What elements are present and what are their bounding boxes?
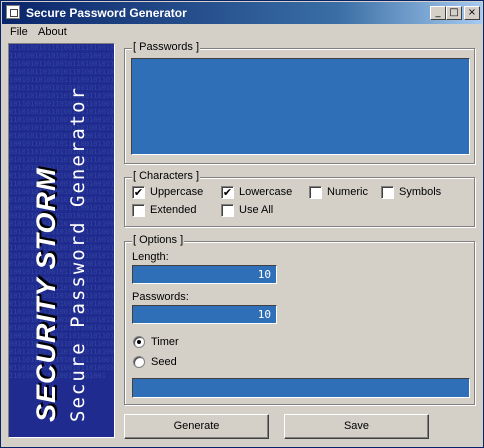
checkbox-box — [309, 186, 322, 199]
timer-label: Timer — [151, 336, 179, 348]
menu-bar: File About — [2, 24, 482, 42]
numeric-label: Numeric — [327, 186, 368, 198]
passwords-count-input[interactable]: 10 — [132, 305, 277, 324]
uppercase-label: Uppercase — [150, 186, 204, 198]
checkbox-box — [381, 186, 394, 199]
passwords-group-title: [ Passwords ] — [132, 41, 201, 53]
passwords-group: [ Passwords ] — [124, 41, 475, 164]
options-group-title: [ Options ] — [132, 234, 185, 246]
maximize-button[interactable]: □ — [446, 6, 462, 20]
app-icon — [6, 5, 20, 19]
menu-about[interactable]: About — [38, 26, 67, 38]
passwords-count-label: Passwords: — [132, 291, 189, 303]
length-input[interactable]: 10 — [132, 265, 277, 284]
extended-label: Extended — [150, 204, 197, 216]
app-window: Secure Password Generator _ □ × File Abo… — [0, 0, 484, 448]
window-title: Secure Password Generator — [26, 6, 187, 20]
seed-input[interactable] — [132, 378, 470, 398]
lowercase-label: Lowercase — [239, 186, 293, 198]
checkbox-box — [132, 204, 145, 217]
seed-label: Seed — [151, 356, 177, 368]
banner-subtitle: Secure Password Generator — [67, 86, 89, 422]
banner-text: SECURITY STORM Secure Password Generator — [31, 86, 93, 422]
checkmark-icon: ✔ — [132, 186, 145, 199]
length-value: 10 — [257, 268, 271, 281]
save-button[interactable]: Save — [284, 414, 429, 439]
checkmark-icon: ✔ — [221, 186, 234, 199]
minimize-button[interactable]: _ — [430, 6, 446, 20]
banner-brand: SECURITY STORM — [31, 167, 61, 422]
close-button[interactable]: × — [464, 6, 480, 20]
length-label: Length: — [132, 251, 169, 263]
radio-icon — [133, 356, 145, 368]
passwords-count-value: 10 — [257, 308, 271, 321]
radio-selected-icon — [133, 336, 145, 348]
menu-file[interactable]: File — [10, 26, 28, 38]
characters-group-title: [ Characters ] — [132, 170, 201, 182]
characters-group: [ Characters ] ✔ Uppercase ✔ Lowercase N… — [124, 170, 475, 227]
generate-button[interactable]: Generate — [124, 414, 269, 439]
checkbox-box — [221, 204, 234, 217]
options-group: [ Options ] Length: 10 Passwords: 10 Tim… — [124, 234, 475, 405]
symbols-label: Symbols — [399, 186, 442, 198]
use-all-label: Use All — [239, 204, 274, 216]
title-bar[interactable]: Secure Password Generator _ □ × — [2, 2, 482, 24]
brand-banner: 0110100101101001011010010110100101101001… — [8, 43, 115, 438]
passwords-output[interactable] — [131, 58, 470, 155]
